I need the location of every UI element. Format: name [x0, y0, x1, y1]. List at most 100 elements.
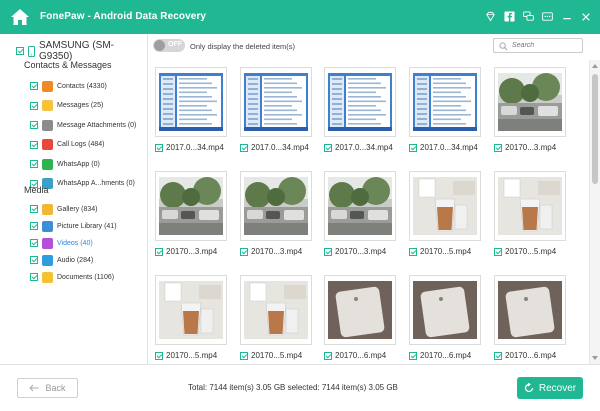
sidebar-item[interactable]: Call Logs (484) — [30, 139, 104, 151]
scroll-thumb[interactable] — [592, 74, 598, 184]
diamond-icon[interactable] — [484, 10, 497, 23]
video-checkbox[interactable] — [240, 247, 248, 256]
video-checkbox[interactable] — [494, 351, 502, 360]
video-thumbnail[interactable] — [409, 171, 481, 241]
category-checkbox[interactable] — [30, 82, 38, 90]
video-filename: 20170...6.mp4 — [505, 351, 557, 360]
video-checkbox[interactable] — [409, 143, 417, 152]
video-thumbnail[interactable] — [494, 67, 566, 137]
messages-icon — [42, 100, 53, 111]
video-filename: 20170...6.mp4 — [420, 351, 472, 360]
sidebar-item[interactable]: Message Attachments (0) — [30, 119, 136, 131]
video-checkbox[interactable] — [494, 143, 502, 152]
close-icon[interactable] — [579, 10, 592, 23]
device-checkbox[interactable] — [16, 47, 24, 55]
device-row[interactable]: SAMSUNG (SM-G9350) — [16, 40, 147, 62]
category-checkbox[interactable] — [30, 273, 38, 281]
video-thumbnail[interactable] — [324, 67, 396, 137]
home-icon[interactable] — [10, 8, 30, 26]
video-checkbox[interactable] — [409, 247, 417, 256]
grid-scrollbar[interactable] — [589, 60, 600, 364]
deleted-only-toggle[interactable]: OFF — [153, 39, 185, 52]
video-thumbnail[interactable] — [240, 171, 312, 241]
category-checkbox[interactable] — [30, 256, 38, 264]
thumbnail-image — [244, 177, 308, 235]
search-input[interactable] — [512, 40, 580, 51]
video-item-caption: 20170...5.mp4 — [409, 247, 471, 256]
video-checkbox[interactable] — [324, 143, 332, 152]
video-item-caption: 20170...3.mp4 — [324, 247, 386, 256]
category-checkbox[interactable] — [30, 239, 38, 247]
video-item-caption: 2017.0...34.mp4 — [409, 143, 478, 152]
sidebar-item[interactable]: Gallery (834) — [30, 203, 97, 215]
sidebar-item[interactable]: Audio (284) — [30, 254, 93, 266]
back-button[interactable]: Back — [17, 378, 78, 398]
video-checkbox[interactable] — [155, 143, 163, 152]
sidebar-item-label: WhatsApp (0) — [57, 160, 100, 168]
video-thumbnail[interactable] — [155, 67, 227, 137]
category-checkbox[interactable] — [30, 140, 38, 149]
video-thumbnail[interactable] — [494, 171, 566, 241]
thumbnail-image — [328, 73, 392, 131]
video-item-caption: 2017.0...34.mp4 — [240, 143, 309, 152]
category-checkbox[interactable] — [30, 121, 38, 129]
chat-icon[interactable] — [522, 10, 535, 23]
sidebar-item[interactable]: Messages (25) — [30, 100, 103, 112]
video-checkbox[interactable] — [240, 351, 248, 360]
video-thumbnail[interactable] — [324, 275, 396, 345]
video-thumbnail[interactable] — [494, 275, 566, 345]
scroll-up-arrow[interactable] — [592, 64, 598, 68]
sidebar-item[interactable]: Documents (1106) — [30, 271, 114, 283]
search-icon — [499, 42, 508, 51]
sidebar-item[interactable]: Picture Library (41) — [30, 220, 117, 232]
sidebar-item[interactable]: WhatsApp (0) — [30, 158, 100, 170]
video-filename: 2017.0...34.mp4 — [420, 143, 478, 152]
category-checkbox[interactable] — [30, 160, 38, 168]
minimize-icon[interactable] — [560, 10, 573, 23]
category-checkbox[interactable] — [30, 222, 38, 230]
thumbnail-image — [498, 281, 562, 339]
video-thumbnail[interactable] — [155, 171, 227, 241]
video-filename: 20170...5.mp4 — [420, 247, 472, 256]
recover-button[interactable]: Recover — [517, 377, 583, 399]
scroll-down-arrow[interactable] — [592, 356, 598, 360]
sidebar-item[interactable]: Videos (40) — [30, 237, 93, 249]
video-checkbox[interactable] — [324, 247, 332, 256]
sidebar-item-label: Call Logs (484) — [57, 141, 105, 148]
search-box[interactable] — [493, 38, 583, 53]
video-filename: 20170...6.mp4 — [335, 351, 387, 360]
video-thumbnail[interactable] — [240, 275, 312, 345]
sidebar: SAMSUNG (SM-G9350) Contacts & Messages C… — [0, 34, 148, 364]
category-checkbox[interactable] — [30, 101, 38, 110]
video-checkbox[interactable] — [155, 351, 163, 360]
category-checkbox[interactable] — [30, 205, 38, 213]
video-checkbox[interactable] — [155, 247, 163, 256]
facebook-icon[interactable] — [503, 10, 516, 23]
video-thumbnail[interactable] — [155, 275, 227, 345]
sidebar-item[interactable]: Contacts (4330) — [30, 80, 107, 92]
key-icon[interactable] — [541, 10, 554, 23]
thumbnail-image — [498, 177, 562, 235]
video-item-caption: 20170...5.mp4 — [494, 247, 556, 256]
title-bar: FonePaw - Android Data Recovery — [0, 0, 600, 34]
video-checkbox[interactable] — [324, 351, 332, 360]
thumbnail-image — [413, 281, 477, 339]
deleted-only-label: Only display the deleted item(s) — [190, 42, 296, 51]
video-thumbnail[interactable] — [409, 275, 481, 345]
thumbnail-image — [244, 281, 308, 339]
sidebar-item-label: Audio (284) — [57, 256, 94, 264]
back-label: Back — [45, 383, 66, 393]
audio-icon — [42, 254, 53, 266]
video-item-caption: 20170...6.mp4 — [324, 351, 386, 360]
video-filename: 2017.0...34.mp4 — [166, 143, 224, 152]
video-filename: 20170...3.mp4 — [251, 247, 303, 256]
contacts-section-title: Contacts & Messages — [24, 60, 112, 70]
video-filename: 20170...3.mp4 — [505, 143, 557, 152]
video-thumbnail[interactable] — [240, 67, 312, 137]
thumbnail-image — [159, 73, 223, 131]
video-thumbnail[interactable] — [409, 67, 481, 137]
video-thumbnail[interactable] — [324, 171, 396, 241]
video-checkbox[interactable] — [409, 351, 417, 360]
video-checkbox[interactable] — [494, 247, 502, 256]
video-checkbox[interactable] — [240, 143, 248, 152]
